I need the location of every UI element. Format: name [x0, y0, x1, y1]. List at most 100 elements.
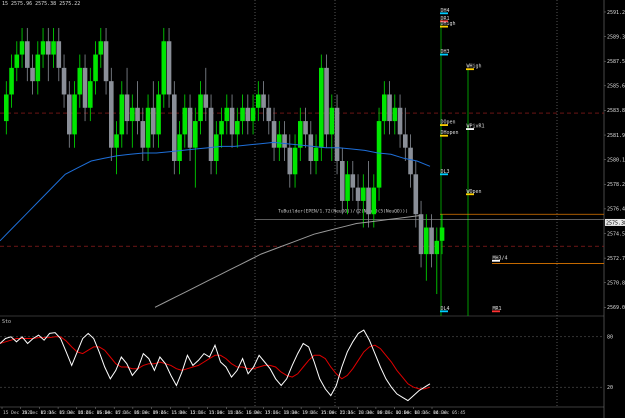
candle-body-15 — [82, 67, 88, 108]
candle-body-62 — [329, 107, 335, 135]
candle-body-41 — [219, 121, 224, 135]
candle-body-46 — [245, 107, 251, 122]
level-label-7: DHopen — [441, 130, 459, 136]
stoch-tick-label-0: 80 — [607, 335, 613, 341]
candle-body-25 — [135, 107, 140, 122]
candle-body-14 — [77, 67, 83, 95]
candle-body-69 — [366, 187, 371, 215]
candle-body-52 — [277, 134, 282, 148]
price-tick-label-9: 2574.55 — [607, 231, 625, 237]
candle-body-13 — [72, 94, 77, 135]
price-tick-label-3: 2585.65 — [607, 84, 625, 90]
candle-body-37 — [198, 94, 203, 122]
candle-body-17 — [93, 54, 98, 82]
time-tick-label-23: 16 Dec 05:45 — [433, 410, 466, 416]
candle-body-40 — [214, 134, 219, 161]
candle-body-5 — [30, 67, 35, 82]
candle-body-33 — [177, 134, 182, 161]
candle-body-10 — [56, 41, 62, 68]
trading-chart[interactable]: DH4DR1DHighDH3WHighDOpenWPivR1DHopenDL3W… — [0, 0, 625, 418]
candle-body-9 — [51, 41, 56, 55]
candle-body-51 — [271, 121, 277, 148]
level-label-0: DH4 — [441, 8, 450, 14]
candle-body-28 — [151, 107, 156, 135]
candle-body-16 — [88, 81, 93, 108]
last-price-label: 2575.38 — [606, 220, 625, 226]
time-axis: 15 Dec 202115 Dec 02:1515 Dec 03:3015 De… — [1, 407, 466, 416]
moving-averages — [0, 141, 431, 308]
candle-body-31 — [166, 41, 172, 95]
price-tick-label-1: 2589.35 — [607, 34, 625, 40]
stochastic-oscillator: Sto — [0, 319, 604, 402]
candle-body-22 — [119, 94, 125, 135]
ohlc-header: 15 2575.96 2575.38 2575.22 — [2, 1, 81, 7]
candle-body-34 — [182, 107, 188, 135]
candle-body-23 — [124, 94, 130, 122]
candle-body-63 — [334, 107, 340, 161]
candle-body-70 — [371, 187, 377, 215]
candle-body-57 — [303, 121, 308, 135]
candle-body-71 — [376, 121, 382, 188]
candle-body-27 — [145, 107, 151, 148]
candle-body-30 — [161, 41, 167, 95]
candle-body-82 — [434, 240, 440, 255]
candle-body-66 — [350, 174, 356, 188]
candle-body-56 — [298, 121, 303, 148]
level-label-5: DOpen — [441, 120, 456, 126]
candle-body-76 — [403, 134, 408, 148]
price-tick-label-0: 2591.20 — [607, 10, 625, 16]
level-label-2: DHigh — [441, 21, 456, 27]
candle-body-77 — [408, 147, 413, 175]
price-tick-label-5: 2581.95 — [607, 133, 625, 139]
candle-body-50 — [266, 107, 272, 122]
price-tick-label-11: 2570.85 — [607, 281, 625, 287]
stoch-title: Sto — [2, 319, 11, 325]
candle-body-36 — [193, 121, 198, 148]
level-label-4: WHigh — [467, 64, 482, 70]
candle-body-12 — [67, 94, 72, 135]
level-label-9: WOpen — [467, 189, 482, 195]
candle-body-44 — [235, 121, 240, 135]
candle-body-53 — [282, 134, 287, 148]
price-tick-label-2: 2587.50 — [607, 59, 625, 65]
candle-body-7 — [40, 41, 46, 55]
candle-body-68 — [361, 187, 366, 201]
candle-body-73 — [387, 94, 392, 122]
candle-body-67 — [355, 187, 361, 201]
candle-body-20 — [109, 81, 114, 148]
level-label-8: DL3 — [441, 169, 450, 175]
candle-body-47 — [250, 107, 256, 122]
candle-body-4 — [25, 41, 30, 68]
price-tick-label-7: 2578.25 — [607, 182, 625, 188]
candle-body-75 — [397, 107, 403, 135]
candle-body-59 — [313, 147, 319, 161]
candle-body-61 — [324, 67, 329, 135]
candle-body-64 — [340, 160, 345, 201]
candle-body-29 — [156, 94, 161, 135]
price-axis: 2591.20 2589.35 2587.50 2585.65 2583.80 2581.… — [604, 10, 625, 391]
candle-body-42 — [224, 107, 230, 122]
stoch-tick-label-1: 20 — [607, 385, 613, 391]
candle-body-45 — [240, 107, 245, 122]
candle-body-78 — [413, 174, 419, 215]
price-tick-label-4: 2583.80 — [607, 108, 625, 114]
candle-body-72 — [382, 94, 387, 122]
candle-body-54 — [287, 147, 293, 175]
level-label-12: MR1 — [493, 306, 502, 312]
candlestick-series — [4, 27, 445, 295]
candle-body-81 — [429, 227, 434, 255]
candle-body-55 — [292, 147, 298, 175]
candle-body-6 — [35, 54, 41, 82]
candle-body-74 — [392, 107, 398, 122]
level-label-3: DH3 — [441, 49, 450, 55]
candle-body-48 — [256, 94, 261, 108]
level-label-10: MH3/4 — [493, 255, 508, 261]
candle-body-43 — [229, 107, 235, 135]
candle-body-2 — [14, 54, 20, 68]
candle-body-49 — [261, 94, 266, 108]
candle-body-18 — [98, 41, 104, 55]
candle-body-26 — [140, 121, 146, 148]
candle-body-3 — [19, 41, 25, 55]
candle-body-38 — [203, 94, 209, 108]
candle-body-11 — [61, 67, 67, 95]
